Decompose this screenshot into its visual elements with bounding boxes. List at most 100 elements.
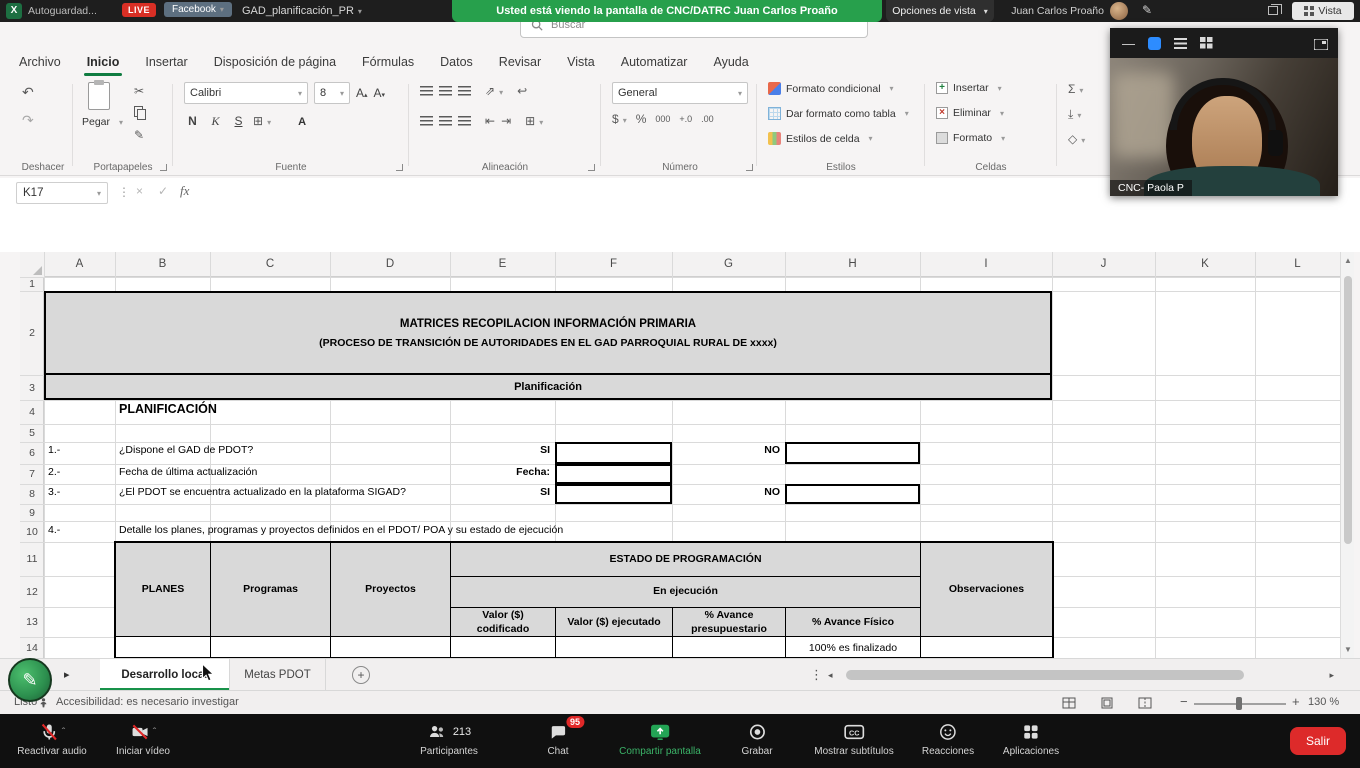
ribbon-tab-ayuda[interactable]: Ayuda [700, 48, 761, 76]
sheet-tab-metas-pdot[interactable]: Metas PDOT [230, 659, 326, 691]
accessibility-status[interactable]: Accesibilidad: es necesario investigar [56, 696, 239, 708]
row-header-9[interactable]: 9 [20, 504, 44, 521]
cell-q3-no-label[interactable]: NO [672, 486, 780, 498]
cell-matrix-title[interactable]: MATRICES RECOPILACION INFORMACIÓN PRIMAR… [44, 291, 1052, 375]
column-header-C[interactable]: C [210, 252, 330, 277]
comma-style-icon[interactable]: 000 [655, 114, 670, 124]
insert-cells-button[interactable]: +Insertar▾ [936, 82, 1002, 94]
table-header-observaciones[interactable]: Observaciones [920, 542, 1053, 637]
table-row-cell[interactable] [330, 636, 451, 658]
merge-center-icon[interactable]: ⊞▾ [525, 114, 543, 128]
cell-q3-no-input[interactable] [785, 484, 920, 504]
zoom-in-icon[interactable]: + [1292, 694, 1300, 709]
meeting-people-button[interactable]: 213Participantes [420, 721, 478, 757]
dialog-launcher-icon[interactable] [160, 164, 167, 171]
cell-q2-fecha-label[interactable]: Fecha: [450, 466, 550, 478]
wrap-text-icon[interactable]: ↩ [517, 84, 527, 98]
ribbon-tab-inicio[interactable]: Inicio [74, 48, 133, 76]
ribbon-tab-disposici-n-de-p-gina[interactable]: Disposición de página [201, 48, 349, 76]
meeting-share-button[interactable]: Compartir pantalla [619, 721, 701, 757]
ribbon-tab-f-rmulas[interactable]: Fórmulas [349, 48, 427, 76]
undo-icon[interactable]: ↶ [22, 84, 34, 101]
column-header-H[interactable]: H [785, 252, 920, 277]
format-painter-icon[interactable]: ✎ [134, 128, 144, 142]
column-header-F[interactable]: F [555, 252, 672, 277]
column-header-D[interactable]: D [330, 252, 450, 277]
table-header-planes[interactable]: PLANES [115, 542, 211, 637]
table-row-cell[interactable] [210, 636, 331, 658]
stop-video-view-icon[interactable] [1148, 37, 1161, 50]
table-header-avance-presupuestario[interactable]: % Avance presupuestario [672, 607, 786, 638]
zoom-level[interactable]: 130 % [1308, 696, 1339, 708]
table-header-en-ejecucion[interactable]: En ejecución [450, 576, 921, 608]
sheet-nav-right-icon[interactable]: ▸ [64, 668, 70, 681]
row-header-10[interactable]: 10 [20, 521, 44, 542]
fill-down-icon[interactable]: ⤓▾ [1068, 107, 1081, 122]
cell-heading-planificacion[interactable]: PLANIFICACIÓN [119, 402, 217, 416]
row-header-12[interactable]: 12 [20, 576, 44, 607]
table-row-cell[interactable] [920, 636, 1053, 658]
spreadsheet-grid[interactable]: ABCDEFGHIJKL 1234567891011121314 MATRICE… [20, 252, 1340, 658]
align-top-icon[interactable] [420, 86, 433, 96]
meeting-mic-button[interactable]: ˆReactivar audio [17, 721, 86, 757]
vertical-scrollbar[interactable]: ▲ ▼ [1340, 252, 1354, 658]
cell-q1-text[interactable]: ¿Dispone el GAD de PDOT? [119, 444, 253, 456]
gallery-view-icon[interactable] [1200, 37, 1213, 49]
zoom-slider-handle[interactable] [1236, 697, 1242, 710]
cell-q1-si-input[interactable] [555, 442, 672, 464]
column-header-A[interactable]: A [44, 252, 115, 277]
row-header-2[interactable]: 2 [20, 291, 44, 375]
ribbon-tab-revisar[interactable]: Revisar [486, 48, 554, 76]
table-row-cell[interactable] [115, 636, 211, 658]
clear-icon[interactable]: ◇▾ [1068, 132, 1085, 146]
column-header-E[interactable]: E [450, 252, 555, 277]
row-header-6[interactable]: 6 [20, 442, 44, 464]
underline-button[interactable]: S [230, 114, 247, 128]
avatar[interactable] [1110, 2, 1128, 20]
ribbon-tab-insertar[interactable]: Insertar [132, 48, 200, 76]
row-header-4[interactable]: 4 [20, 400, 44, 424]
zoom-out-icon[interactable]: − [1180, 694, 1188, 709]
font-name-select[interactable]: Calibri▾ [184, 82, 308, 104]
restore-window-icon[interactable] [1268, 6, 1278, 15]
cell-q3-number[interactable]: 3.- [48, 486, 60, 498]
row-header-14[interactable]: 14 [20, 637, 44, 658]
formula-input-area[interactable] [0, 208, 1360, 252]
cell-q2-fecha-input[interactable] [555, 464, 672, 484]
name-box[interactable]: K17▾ [16, 182, 108, 204]
meeting-smile-button[interactable]: Reacciones [922, 721, 974, 757]
annotate-pencil-button[interactable]: ✎ [8, 658, 52, 702]
vertical-scroll-thumb[interactable] [1344, 276, 1352, 544]
cell-q1-si-label[interactable]: SI [450, 444, 550, 456]
list-view-icon[interactable] [1174, 38, 1187, 49]
orientation-icon[interactable]: ⇗▾ [485, 84, 503, 98]
meeting-chat-button[interactable]: 95Chat [547, 721, 568, 757]
column-header-G[interactable]: G [672, 252, 785, 277]
format-cells-button[interactable]: Formato▾ [936, 132, 1005, 144]
dialog-launcher-icon[interactable] [396, 164, 403, 171]
delete-cells-button[interactable]: ×Eliminar▾ [936, 107, 1004, 119]
font-size-select[interactable]: 8▾ [314, 82, 350, 104]
column-header-B[interactable]: B [115, 252, 210, 277]
table-cell-nota-100[interactable]: 100% es finalizado [785, 636, 921, 658]
column-header-J[interactable]: J [1052, 252, 1155, 277]
minimize-video-icon[interactable]: — [1122, 36, 1135, 51]
cell-q2-text[interactable]: Fecha de última actualización [119, 466, 257, 478]
page-break-view-icon[interactable] [1138, 697, 1152, 712]
align-center-icon[interactable] [439, 116, 452, 126]
increase-font-icon[interactable]: A▴ [356, 86, 368, 100]
row-header-3[interactable]: 3 [20, 375, 44, 400]
cell-q3-text[interactable]: ¿El PDOT se encuentra actualizado en la … [119, 486, 406, 498]
add-sheet-button[interactable]: + [352, 666, 370, 684]
meeting-cc-button[interactable]: CCMostrar subtítulos [814, 721, 893, 757]
scroll-right-icon[interactable]: ▸ [1329, 670, 1334, 681]
increase-decimal-icon[interactable]: +.0 [679, 114, 692, 124]
currency-icon[interactable]: $▾ [612, 112, 627, 126]
select-all-corner[interactable] [20, 252, 44, 277]
row-header-1[interactable]: 1 [20, 277, 44, 291]
cell-q1-no-label[interactable]: NO [672, 444, 780, 456]
table-row-cell[interactable] [672, 636, 786, 658]
autosum-icon[interactable]: Σ▾ [1068, 82, 1083, 96]
ribbon-tab-automatizar[interactable]: Automatizar [608, 48, 701, 76]
meeting-camera-button[interactable]: ˆIniciar vídeo [116, 721, 170, 757]
